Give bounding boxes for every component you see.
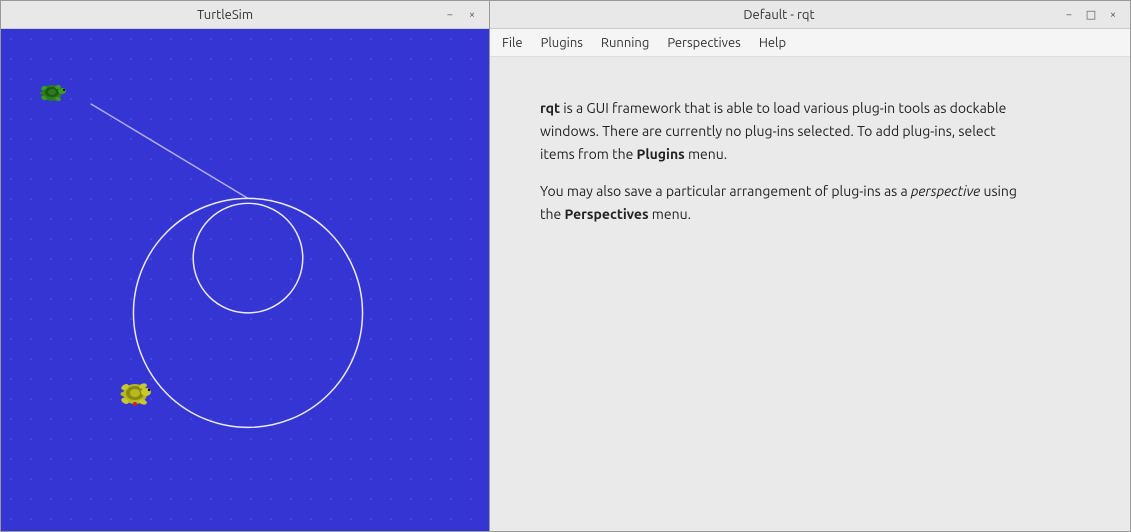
rqt-title: Default - rqt (498, 8, 1060, 22)
rqt-paragraph2-prefix: You may also save a particular arrangeme… (540, 183, 911, 199)
turtlesim-close-button[interactable]: × (463, 6, 481, 24)
rqt-menubar: File Plugins Running Perspectives Help (490, 29, 1130, 57)
turtlesim-minimize-button[interactable]: − (441, 6, 459, 24)
rqt-maximize-button[interactable]: □ (1082, 6, 1100, 24)
menu-plugins[interactable]: Plugins (533, 33, 591, 53)
menu-running[interactable]: Running (593, 33, 657, 53)
rqt-paragraph1-suffix: menu. (685, 146, 727, 162)
rqt-content: rqt is a GUI framework that is able to l… (490, 57, 1130, 531)
rqt-window-controls: − □ × (1060, 6, 1122, 24)
turtle-trail (1, 29, 489, 531)
turtle-large (116, 377, 154, 411)
turtlesim-titlebar: TurtleSim − × (1, 1, 489, 29)
perspective-italic: perspective (911, 183, 980, 199)
rqt-titlebar: Default - rqt − □ × (490, 1, 1130, 29)
perspectives-bold: Perspectives (564, 206, 648, 222)
turtlesim-canvas (1, 29, 489, 531)
turtlesim-title: TurtleSim (9, 8, 441, 22)
rqt-minimize-button[interactable]: − (1060, 6, 1078, 24)
rqt-paragraph1-text: is a GUI framework that is able to load … (540, 100, 1006, 162)
turtlesim-window-controls: − × (441, 6, 481, 24)
menu-perspectives[interactable]: Perspectives (659, 33, 748, 53)
menu-help[interactable]: Help (751, 33, 794, 53)
rqt-window: Default - rqt − □ × File Plugins Running… (490, 0, 1131, 532)
plugins-bold: Plugins (637, 146, 685, 162)
rqt-paragraph1: rqt is a GUI framework that is able to l… (540, 97, 1020, 166)
menu-file[interactable]: File (494, 33, 531, 53)
turtle-small (36, 79, 68, 107)
rqt-close-button[interactable]: × (1104, 6, 1122, 24)
rqt-paragraph2: You may also save a particular arrangeme… (540, 180, 1020, 226)
rqt-description: rqt is a GUI framework that is able to l… (540, 97, 1020, 226)
rqt-brand-name: rqt (540, 100, 560, 116)
rqt-paragraph2-suffix: menu. (649, 206, 691, 222)
turtlesim-window: TurtleSim − × (0, 0, 490, 532)
